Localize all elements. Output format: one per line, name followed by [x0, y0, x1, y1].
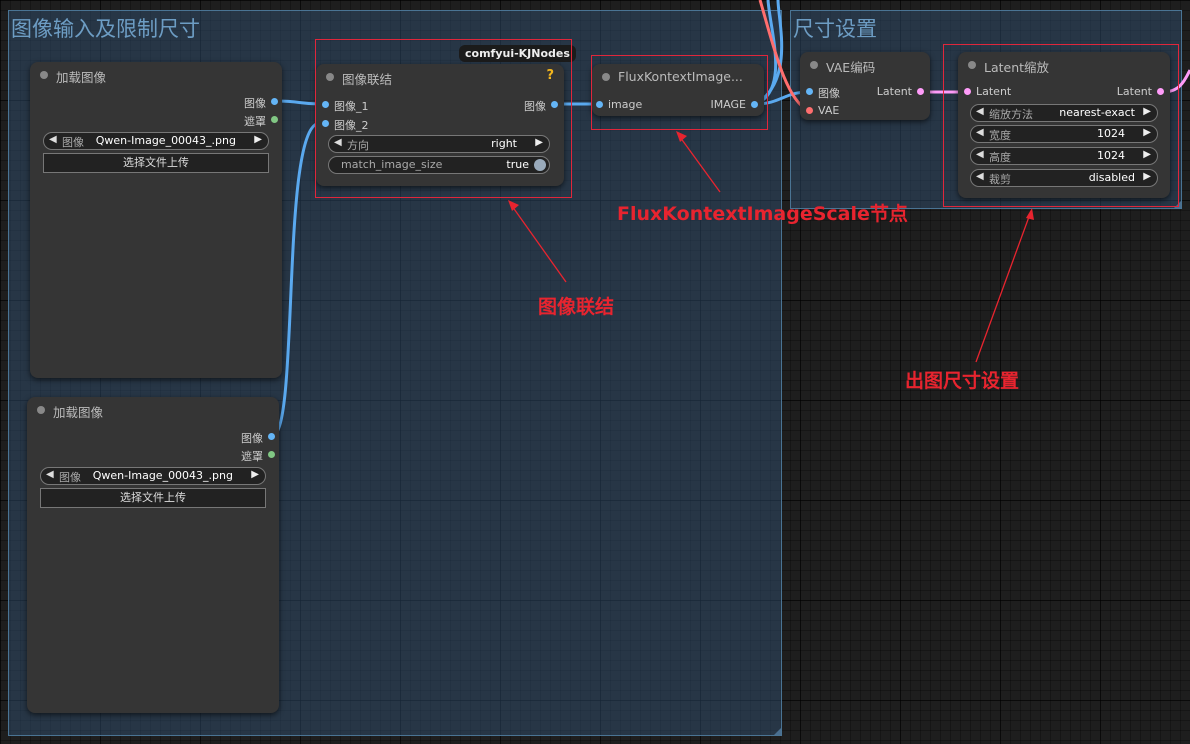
vae-pin-icon[interactable]	[806, 107, 813, 114]
arrow-left-icon[interactable]: ◀	[49, 134, 57, 145]
arrow-size	[975, 213, 1031, 363]
group-title: 尺寸设置	[793, 17, 877, 41]
input-vae[interactable]: VAE	[806, 104, 839, 117]
image-select[interactable]: ◀ 图像 Qwen-Image_00043_.png ▶	[43, 132, 269, 150]
output-image[interactable]: 图像	[241, 430, 275, 446]
node-title[interactable]: VAE编码	[800, 52, 930, 78]
group-title: 图像输入及限制尺寸	[11, 17, 200, 41]
image-pin-icon[interactable]	[271, 98, 278, 105]
arrow-right-icon[interactable]: ▶	[254, 134, 262, 145]
arrowhead-size	[1026, 208, 1034, 220]
collapse-dot-icon[interactable]	[810, 61, 818, 69]
latent-pin-icon[interactable]	[917, 88, 924, 95]
mask-pin-icon[interactable]	[268, 451, 275, 458]
node-title[interactable]: 加载图像	[27, 397, 279, 423]
load-image-node-1[interactable]: 加载图像 图像 遮罩 ◀ 图像 Qwen-Image_00043_.png ▶ …	[30, 62, 282, 378]
image-pin-icon[interactable]	[806, 88, 813, 95]
output-mask[interactable]: 遮罩	[241, 448, 275, 464]
annotation-size-label: 出图尺寸设置	[905, 370, 1020, 392]
annotation-flux-label: FluxKontextImageScale节点	[617, 203, 908, 225]
arrow-left-icon[interactable]: ◀	[46, 469, 54, 480]
annotation-concat-label: 图像联结	[538, 296, 615, 318]
input-image[interactable]: 图像	[806, 85, 840, 101]
mask-pin-icon[interactable]	[271, 116, 278, 123]
upload-button[interactable]: 选择文件上传	[40, 488, 266, 508]
output-latent[interactable]: Latent	[877, 85, 924, 98]
output-image[interactable]: 图像	[244, 95, 278, 111]
annotation-box-concat	[315, 39, 572, 198]
load-image-node-2[interactable]: 加载图像 图像 遮罩 ◀ 图像 Qwen-Image_00043_.png ▶ …	[27, 397, 279, 713]
image-select[interactable]: ◀ 图像 Qwen-Image_00043_.png ▶	[40, 467, 266, 485]
annotation-box-latent	[943, 44, 1179, 207]
annotation-box-flux	[591, 55, 768, 130]
node-title[interactable]: 加载图像	[30, 62, 282, 88]
output-mask[interactable]: 遮罩	[244, 113, 278, 129]
collapse-dot-icon[interactable]	[37, 406, 45, 414]
image-pin-icon[interactable]	[268, 433, 275, 440]
group-resize-handle[interactable]	[774, 728, 781, 735]
vae-encode-node[interactable]: VAE编码 图像 VAE Latent	[800, 52, 930, 120]
collapse-dot-icon[interactable]	[40, 71, 48, 79]
arrow-right-icon[interactable]: ▶	[251, 469, 259, 480]
upload-button[interactable]: 选择文件上传	[43, 153, 269, 173]
